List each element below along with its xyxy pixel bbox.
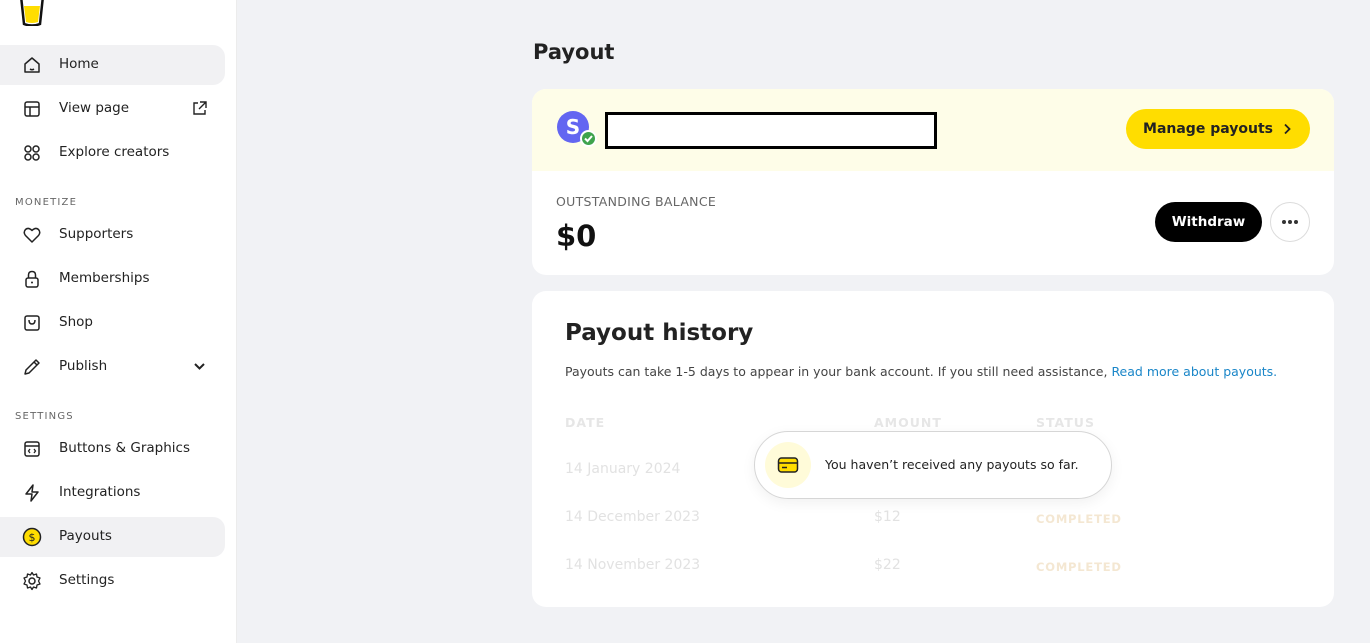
table-row-amount: $12 bbox=[874, 509, 901, 525]
column-header-status: STATUS bbox=[1036, 415, 1095, 430]
sidebar-item-label: Shop bbox=[59, 314, 93, 330]
table-row-status: COMPLETED bbox=[1036, 512, 1122, 526]
sidebar-item-memberships[interactable]: Memberships bbox=[0, 259, 225, 299]
chevron-down-icon[interactable] bbox=[191, 358, 208, 375]
manage-payouts-button[interactable]: Manage payouts bbox=[1126, 109, 1310, 149]
sidebar-item-publish[interactable]: Publish bbox=[0, 347, 225, 387]
bolt-icon bbox=[22, 483, 42, 503]
page-title: Payout bbox=[533, 40, 615, 64]
sidebar-item-label: Supporters bbox=[59, 226, 134, 242]
grid-icon bbox=[22, 143, 42, 163]
description-text: Payouts can take 1-5 days to appear in y… bbox=[565, 364, 1112, 379]
empty-payouts-message: You haven’t received any payouts so far. bbox=[825, 457, 1079, 472]
table-row-amount: $22 bbox=[874, 557, 901, 573]
sidebar: Home View page Explore creators MONETIZE… bbox=[0, 0, 237, 643]
card-icon bbox=[765, 442, 811, 488]
sidebar-item-label: Explore creators bbox=[59, 144, 170, 160]
table-row-date: 14 November 2023 bbox=[565, 557, 701, 573]
sidebar-item-label: Buttons & Graphics bbox=[59, 440, 190, 456]
payout-account-card: S Manage payouts OUTSTANDING BALANCE $0 … bbox=[532, 89, 1334, 275]
sidebar-item-label: Settings bbox=[59, 572, 115, 588]
redacted-account-name bbox=[605, 112, 937, 149]
payout-history-title: Payout history bbox=[565, 320, 754, 346]
sidebar-item-home[interactable]: Home bbox=[0, 45, 225, 85]
external-link-icon[interactable] bbox=[191, 100, 208, 117]
bag-icon bbox=[22, 313, 42, 333]
logo-cup-icon[interactable] bbox=[18, 0, 46, 27]
read-more-payouts-link[interactable]: Read more about payouts. bbox=[1111, 364, 1277, 379]
verified-check-icon bbox=[580, 130, 597, 147]
section-label-settings: SETTINGS bbox=[15, 411, 74, 422]
dollar-coin-icon: $ bbox=[22, 527, 42, 547]
gear-icon bbox=[22, 571, 42, 591]
svg-text:$: $ bbox=[29, 531, 36, 544]
table-row-status: COMPLETED bbox=[1036, 560, 1122, 574]
more-options-button[interactable] bbox=[1270, 202, 1310, 242]
payout-account-banner: S Manage payouts bbox=[532, 89, 1334, 171]
sidebar-item-view-page[interactable]: View page bbox=[0, 89, 225, 129]
column-header-date: DATE bbox=[565, 415, 606, 430]
manage-payouts-label: Manage payouts bbox=[1143, 121, 1273, 137]
sidebar-item-supporters[interactable]: Supporters bbox=[0, 215, 225, 255]
sidebar-item-settings[interactable]: Settings bbox=[0, 561, 225, 601]
sidebar-item-label: View page bbox=[59, 100, 130, 116]
sidebar-item-explore-creators[interactable]: Explore creators bbox=[0, 133, 225, 173]
table-row-date: 14 January 2024 bbox=[565, 461, 681, 477]
sidebar-item-label: Publish bbox=[59, 358, 108, 374]
chevron-right-icon bbox=[1284, 123, 1291, 135]
payout-history-description: Payouts can take 1-5 days to appear in y… bbox=[565, 364, 1277, 379]
table-row-date: 14 December 2023 bbox=[565, 509, 700, 525]
sidebar-item-integrations[interactable]: Integrations bbox=[0, 473, 225, 513]
balance-label: OUTSTANDING BALANCE bbox=[556, 194, 717, 209]
code-window-icon bbox=[22, 439, 42, 459]
sidebar-item-label: Payouts bbox=[59, 528, 112, 544]
sidebar-item-label: Home bbox=[59, 56, 99, 72]
pencil-icon bbox=[22, 357, 42, 377]
sidebar-item-payouts[interactable]: $ Payouts bbox=[0, 517, 225, 557]
sidebar-item-label: Memberships bbox=[59, 270, 150, 286]
sidebar-item-shop[interactable]: Shop bbox=[0, 303, 225, 343]
balance-value: $0 bbox=[556, 219, 597, 253]
sidebar-item-buttons-graphics[interactable]: Buttons & Graphics bbox=[0, 429, 225, 469]
section-label-monetize: MONETIZE bbox=[15, 197, 78, 208]
home-icon bbox=[22, 55, 42, 75]
layout-icon bbox=[22, 99, 42, 119]
lock-icon bbox=[22, 269, 42, 289]
column-header-amount: AMOUNT bbox=[874, 415, 942, 430]
empty-payouts-toast: You haven’t received any payouts so far. bbox=[754, 431, 1112, 499]
withdraw-button[interactable]: Withdraw bbox=[1155, 202, 1262, 242]
sidebar-item-label: Integrations bbox=[59, 484, 141, 500]
heart-icon bbox=[22, 225, 42, 245]
more-horizontal-icon bbox=[1282, 220, 1298, 224]
